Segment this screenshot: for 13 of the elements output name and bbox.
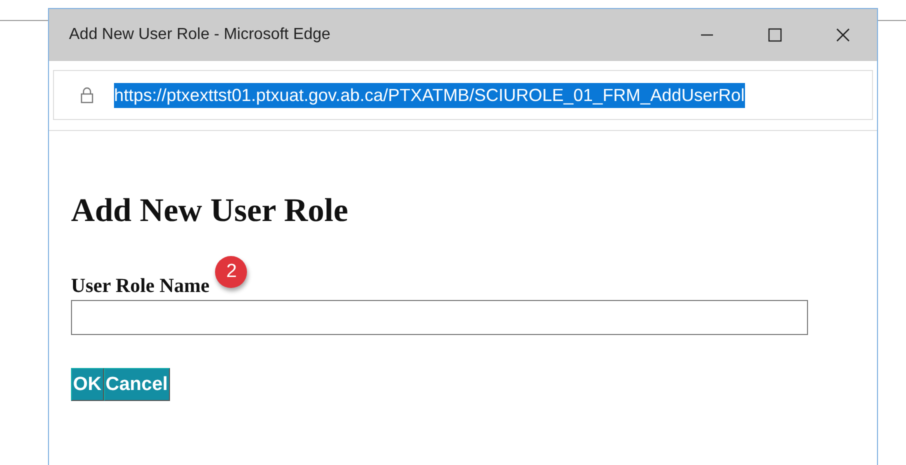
close-icon — [835, 27, 851, 43]
minimize-icon — [701, 34, 713, 36]
field-label: User Role Name — [71, 275, 210, 298]
page-heading: Add New User Role — [71, 193, 350, 230]
input-field[interactable] — [71, 300, 808, 335]
form-button[interactable]: Cancel — [104, 368, 170, 401]
step-badge: 2 — [215, 256, 248, 288]
lock-icon — [80, 86, 94, 104]
maximize-icon — [767, 27, 783, 43]
address-bar[interactable]: https://ptxexttst01.ptxuat.gov.ab.ca/PTXATMB/SCIUROLE_01_FRM_AddUserRol — [53, 70, 873, 120]
url-text: https://ptxexttst01.ptxuat.gov.ab.ca/PTXATMB/SCIUROLE_01_FRM_AddUserRol — [114, 82, 745, 108]
window-title: Add New User Role - Microsoft Edge — [69, 26, 332, 44]
form-button[interactable]: OK — [71, 368, 104, 401]
